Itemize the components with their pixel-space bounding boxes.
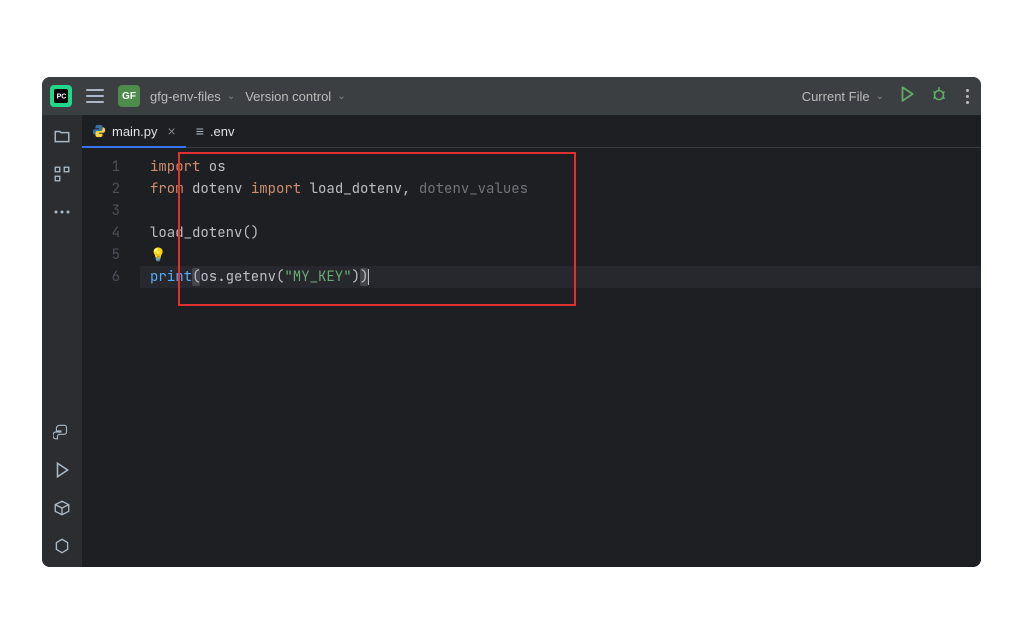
version-control-menu[interactable]: Version control ⌄ xyxy=(245,89,345,104)
editor-section: main.py × ≡ .env 1 2 3 4 5 6 xyxy=(82,115,981,567)
code-line-1[interactable]: import os xyxy=(140,156,981,178)
tab-env[interactable]: ≡ .env xyxy=(186,115,245,147)
code-line-3[interactable] xyxy=(140,200,981,222)
svg-text:PC: PC xyxy=(57,94,67,101)
project-avatar-icon[interactable]: GF xyxy=(118,85,140,107)
run-config-selector[interactable]: Current File ⌄ xyxy=(802,89,884,104)
ide-window: PC GF gfg-env-files ⌄ Version control ⌄ … xyxy=(42,77,981,567)
line-number: 6 xyxy=(82,266,120,288)
top-bar: PC GF gfg-env-files ⌄ Version control ⌄ … xyxy=(42,77,981,115)
more-options-icon[interactable] xyxy=(962,85,973,108)
line-number: 3 xyxy=(82,200,120,222)
project-selector[interactable]: gfg-env-files ⌄ xyxy=(150,89,235,104)
tab-label: main.py xyxy=(112,124,158,139)
run-button[interactable] xyxy=(898,85,916,108)
python-file-icon xyxy=(92,124,106,138)
services-tool-icon[interactable] xyxy=(51,535,73,557)
line-number: 1 xyxy=(82,156,120,178)
text-cursor xyxy=(368,269,369,285)
top-right-controls: Current File ⌄ xyxy=(802,85,973,108)
line-number: 4 xyxy=(82,222,120,244)
env-file-icon: ≡ xyxy=(196,123,204,139)
close-tab-icon[interactable]: × xyxy=(168,123,176,139)
tool-sidebar xyxy=(42,115,82,567)
chevron-down-icon: ⌄ xyxy=(227,91,235,102)
code-line-6[interactable]: print(os.getenv("MY_KEY")) xyxy=(140,266,981,288)
version-control-label: Version control xyxy=(245,89,331,104)
sidebar-bottom xyxy=(51,421,73,557)
code-line-4[interactable]: load_dotenv() xyxy=(140,222,981,244)
line-number: 5 xyxy=(82,244,120,266)
lightbulb-icon[interactable]: 💡 xyxy=(150,244,166,266)
chevron-down-icon: ⌄ xyxy=(337,91,345,102)
run-config-label: Current File xyxy=(802,89,870,104)
code-line-2[interactable]: from dotenv import load_dotenv, dotenv_v… xyxy=(140,178,981,200)
project-name-label: gfg-env-files xyxy=(150,89,221,104)
main-area: main.py × ≡ .env 1 2 3 4 5 6 xyxy=(42,115,981,567)
python-console-icon[interactable] xyxy=(51,421,73,443)
structure-tool-icon[interactable] xyxy=(51,163,73,185)
chevron-down-icon: ⌄ xyxy=(876,91,884,102)
packages-tool-icon[interactable] xyxy=(51,497,73,519)
line-number: 2 xyxy=(82,178,120,200)
pycharm-logo-icon[interactable]: PC xyxy=(50,85,72,107)
code-line-5[interactable]: 💡 xyxy=(140,244,981,266)
hamburger-menu-icon[interactable] xyxy=(82,85,108,107)
more-tool-icon[interactable] xyxy=(51,201,73,223)
tab-label: .env xyxy=(210,124,235,139)
debug-button[interactable] xyxy=(930,85,948,108)
code-content[interactable]: import os from dotenv import load_dotenv… xyxy=(140,148,981,567)
tab-main-py[interactable]: main.py × xyxy=(82,115,186,147)
code-editor[interactable]: 1 2 3 4 5 6 import os from dotenv import… xyxy=(82,148,981,567)
project-tool-icon[interactable] xyxy=(51,125,73,147)
run-tool-icon[interactable] xyxy=(51,459,73,481)
tabs-bar: main.py × ≡ .env xyxy=(82,115,981,148)
line-gutter: 1 2 3 4 5 6 xyxy=(82,148,140,567)
